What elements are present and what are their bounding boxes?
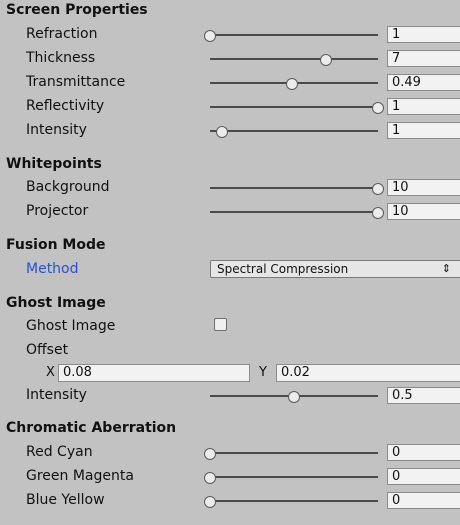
red-cyan-field[interactable]: 0 [387,444,460,461]
green-magenta-field[interactable]: 0 [387,468,460,485]
projector-slider[interactable] [210,207,384,219]
refraction-label: Refraction [26,26,98,42]
section-header-whitepoints: Whitepoints [6,156,102,172]
projector-field[interactable]: 10 [387,203,460,220]
background-label: Background [26,179,110,195]
background-field[interactable]: 10 [387,179,460,196]
offset-x-field[interactable]: 0.08 [58,364,250,382]
green-magenta-slider[interactable] [204,472,378,484]
red-cyan-slider[interactable] [204,448,378,460]
section-header-chromatic-aberration: Chromatic Aberration [6,420,177,436]
transmittance-field[interactable]: 0.49 [387,74,460,91]
blue-yellow-label: Blue Yellow [26,492,105,508]
ghost-intensity-field[interactable]: 0.5 [387,387,460,404]
reflectivity-slider[interactable] [210,102,384,114]
thickness-slider-knob[interactable] [319,54,332,66]
refraction-slider-knob[interactable] [204,30,216,42]
ghost-image-checkbox[interactable] [214,318,227,331]
intensity-slider[interactable] [210,126,378,138]
dropdown-arrow-icon: ⇕ [441,262,451,275]
red-cyan-label: Red Cyan [26,444,93,460]
ghost-intensity-slider[interactable] [210,391,378,403]
blue-yellow-field[interactable]: 0 [387,492,460,509]
method-dropdown[interactable]: Spectral Compression ⇕ [210,260,460,278]
reflectivity-field[interactable]: 1 [387,98,460,115]
offset-y-label: Y [259,365,267,380]
green-magenta-label: Green Magenta [26,468,134,484]
refraction-field[interactable]: 1 [387,26,460,43]
ghost-image-label: Ghost Image [26,318,116,334]
section-header-screen-properties: Screen Properties [6,2,148,18]
refraction-slider[interactable] [204,30,378,42]
intensity-field[interactable]: 1 [387,122,460,139]
section-header-ghost-image: Ghost Image [6,295,106,311]
section-header-fusion-mode: Fusion Mode [6,237,106,253]
intensity-label: Intensity [26,122,87,138]
ghost-intensity-slider-knob[interactable] [288,391,300,403]
thickness-slider[interactable] [210,54,378,66]
background-slider[interactable] [210,183,384,195]
red-cyan-slider-knob[interactable] [204,448,216,460]
projector-slider-knob[interactable] [372,207,384,219]
intensity-slider-knob[interactable] [215,126,228,138]
transmittance-slider[interactable] [210,78,378,90]
reflectivity-label: Reflectivity [26,98,105,114]
ghost-intensity-label: Intensity [26,387,87,403]
reflectivity-slider-knob[interactable] [372,102,384,114]
transmittance-slider-knob[interactable] [286,78,299,90]
thickness-field[interactable]: 7 [387,50,460,67]
offset-label: Offset [26,342,69,358]
background-slider-knob[interactable] [372,183,384,195]
blue-yellow-slider[interactable] [204,496,378,508]
offset-x-label: X [46,365,55,380]
method-label: Method [26,261,79,277]
transmittance-label: Transmittance [26,74,126,90]
thickness-label: Thickness [26,50,96,66]
method-dropdown-value: Spectral Compression [217,262,349,276]
green-magenta-slider-knob[interactable] [204,472,216,484]
projector-label: Projector [26,203,89,219]
blue-yellow-slider-knob[interactable] [204,496,216,508]
offset-y-field[interactable]: 0.02 [276,364,460,382]
